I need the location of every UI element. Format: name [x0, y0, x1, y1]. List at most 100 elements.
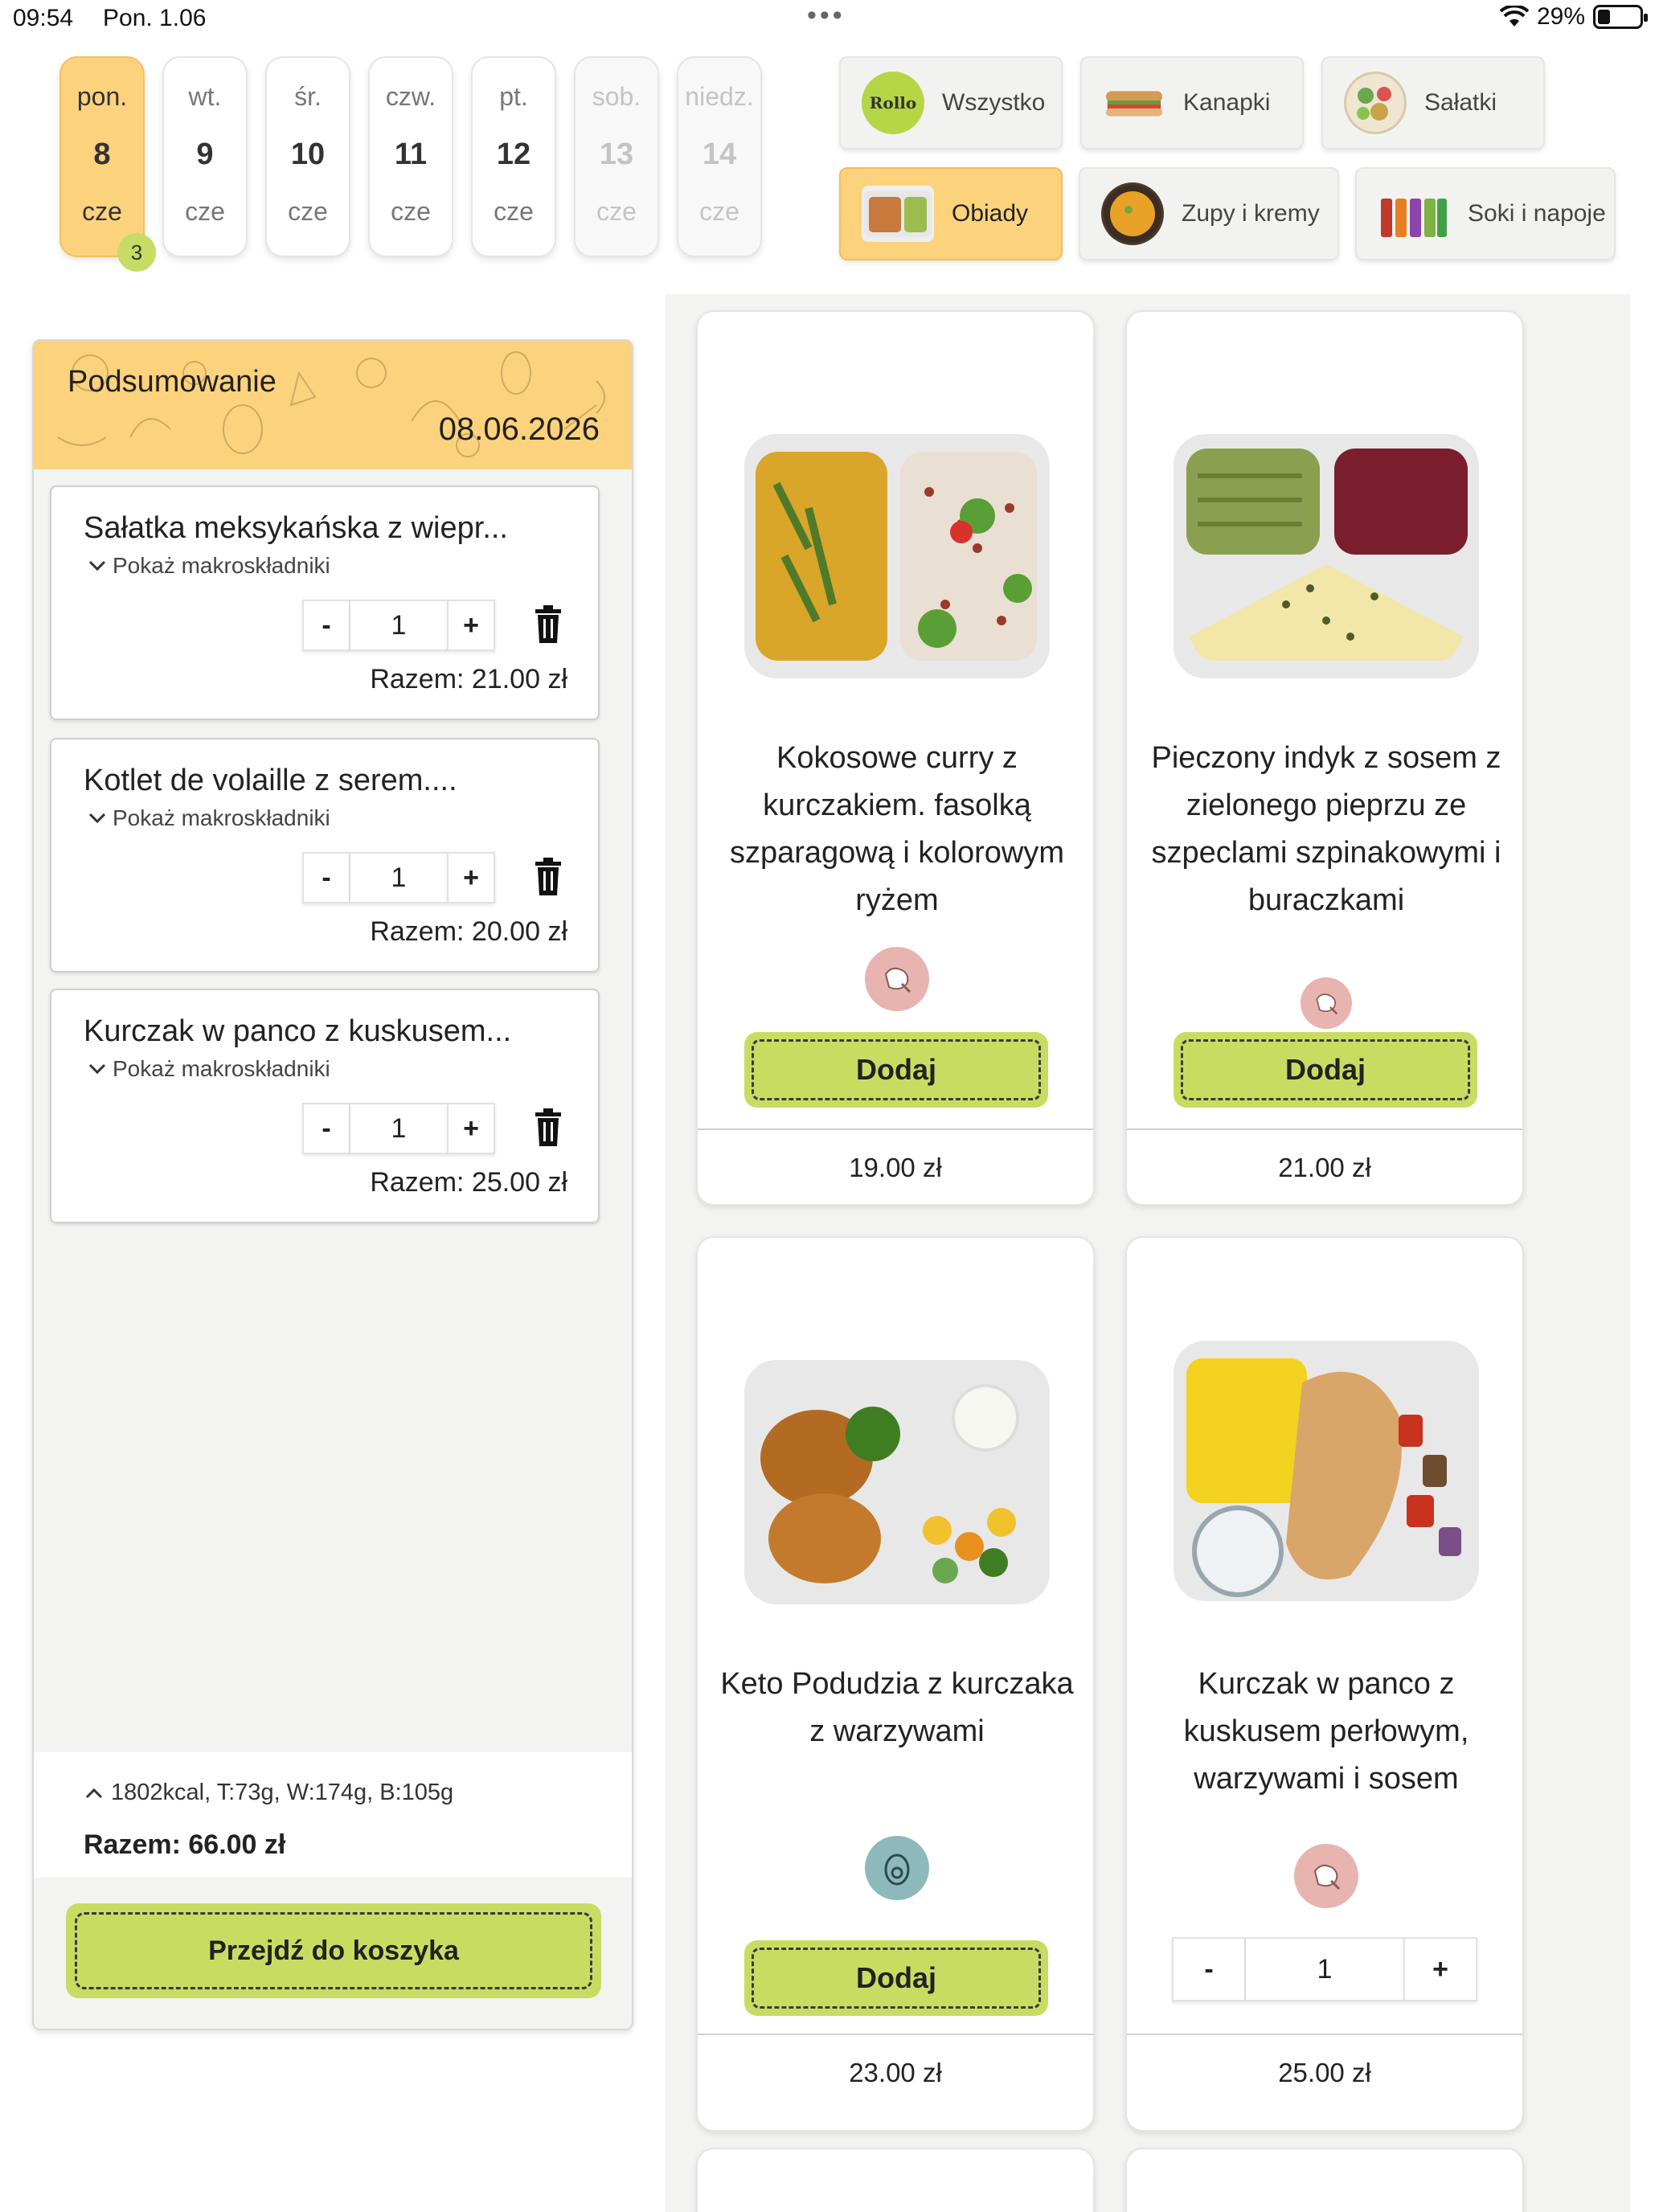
wifi-icon [1499, 6, 1529, 27]
category-salads[interactable]: Sałatki [1321, 56, 1545, 150]
category-all[interactable]: Rollo Wszystko [839, 56, 1063, 150]
macro-toggle[interactable]: Pokaż makroskładniki [88, 553, 330, 579]
macro-toggle[interactable]: Pokaż makroskładniki [88, 805, 330, 831]
macro-toggle[interactable]: Pokaż makroskładniki [88, 1056, 330, 1082]
add-button-label: Dodaj [855, 1961, 936, 1994]
multitasking-dots-icon[interactable]: ••• [807, 0, 846, 31]
juice-bottles-icon [1378, 182, 1450, 245]
day-month: cze [288, 197, 328, 226]
product-image [1174, 434, 1479, 678]
grand-total: Razem: 66.00 zł [84, 1829, 286, 1860]
quantity-value: 1 [1246, 1937, 1403, 2001]
battery-level [1598, 10, 1610, 24]
mr-rollo-logo-icon: Rollo [862, 72, 924, 134]
cart-item: Kotlet de volaille z serem.... Pokaż mak… [50, 738, 600, 973]
day-tab-mon[interactable]: pon. 8 cze 3 [59, 56, 156, 272]
product-card[interactable]: Kokosowe curry z kurczakiem. fasolką szp… [696, 310, 1095, 1206]
macro-toggle-label: Pokaż makroskładniki [113, 1056, 330, 1081]
product-image [1174, 1341, 1479, 1601]
day-selector: pon. 8 cze 3 wt. 9 cze śr. 10 cze czw. 1… [59, 56, 762, 272]
product-name: Kokosowe curry z kurczakiem. fasolką szp… [729, 741, 1065, 917]
increase-button[interactable]: + [447, 1103, 495, 1154]
salad-bowl-icon [1344, 72, 1407, 134]
add-to-cart-button[interactable]: Dodaj [1174, 1032, 1477, 1108]
trash-icon[interactable] [532, 1108, 564, 1148]
increase-button[interactable]: + [1403, 1937, 1477, 2001]
day-number: 9 [196, 137, 214, 171]
product-image [744, 1360, 1050, 1604]
decrease-button[interactable]: - [302, 852, 350, 903]
increase-button[interactable]: + [447, 600, 495, 651]
battery-icon [1593, 5, 1648, 29]
category-sandwiches[interactable]: Kanapki [1080, 56, 1304, 150]
category-label: Sałatki [1424, 89, 1497, 116]
day-number: 14 [702, 137, 737, 171]
macro-toggle-label: Pokaż makroskładniki [113, 805, 330, 830]
cart-item-name: Sałatka meksykańska z wiepr... [84, 511, 508, 545]
quantity-value: 1 [350, 852, 447, 903]
chicken-leg-icon [1301, 977, 1352, 1029]
product-image [744, 434, 1050, 678]
add-button-label: Dodaj [1284, 1053, 1366, 1086]
product-price: 23.00 zł [849, 2058, 942, 2087]
day-month: cze [699, 197, 739, 226]
day-month: cze [596, 197, 637, 226]
product-card[interactable]: Pieczony indyk z sosem z zielonego piepr… [1125, 310, 1524, 1206]
day-number: 10 [290, 137, 326, 171]
product-name: Pieczony indyk z sosem z zielonego piepr… [1151, 741, 1501, 917]
category-juices[interactable]: Soki i napoje [1355, 167, 1616, 260]
cart-item: Kurczak w panco z kuskusem... Pokaż makr… [50, 989, 600, 1223]
day-name: czw. [385, 82, 436, 111]
cart-item-total: Razem: 20.00 zł [370, 916, 567, 947]
category-dinners[interactable]: Obiady [839, 167, 1063, 260]
decrease-button[interactable]: - [1172, 1937, 1246, 2001]
quantity-stepper: - 1 + [302, 600, 495, 651]
chevron-down-icon [88, 560, 106, 571]
trash-icon[interactable] [532, 604, 564, 645]
trash-icon[interactable] [532, 857, 564, 897]
product-price: 21.00 zł [1278, 1153, 1371, 1182]
day-tab-fri[interactable]: pt. 12 cze [471, 56, 556, 257]
product-price: 19.00 zł [849, 1153, 942, 1182]
add-to-cart-button[interactable]: Dodaj [744, 1940, 1048, 2016]
vegetable-pattern-icon [57, 351, 605, 457]
product-price: 25.00 zł [1278, 2058, 1371, 2087]
day-tab-thu[interactable]: czw. 11 cze [368, 56, 453, 257]
category-soups[interactable]: Zupy i kremy [1079, 167, 1339, 260]
add-button-label: Dodaj [855, 1053, 936, 1086]
summary-header: Podsumowanie 08.06.2026 [34, 341, 632, 469]
product-card[interactable]: Keto Podudzia z kurczaka z warzywami Dod… [696, 1236, 1095, 2132]
chevron-down-icon [88, 1063, 106, 1075]
chevron-down-icon [88, 813, 106, 824]
product-card[interactable]: Kurczak w panco z kuskusem perłowym, war… [1125, 1236, 1524, 2132]
category-label: Soki i napoje [1468, 200, 1606, 227]
macro-summary: 1802kcal, T:73g, W:174g, B:105g [111, 1780, 454, 1805]
checkout-button[interactable]: Przejdź do koszyka [66, 1903, 601, 1998]
quantity-stepper: - 1 + [302, 852, 495, 903]
quantity-value: 1 [350, 1103, 447, 1154]
order-summary-panel: Podsumowanie 08.06.2026 Sałatka meksykań… [32, 339, 633, 2030]
cart-count-badge: 3 [117, 233, 156, 272]
day-tab-wed[interactable]: śr. 10 cze [265, 56, 350, 257]
day-tab-sat[interactable]: sob. 13 cze [574, 56, 659, 257]
product-card[interactable] [696, 2148, 1095, 2212]
status-indicators: 29% [1499, 3, 1648, 31]
keto-avocado-icon [865, 1836, 929, 1900]
macro-summary-toggle[interactable]: 1802kcal, T:73g, W:174g, B:105g [85, 1780, 453, 1806]
day-tab-tue[interactable]: wt. 9 cze [162, 56, 248, 257]
category-label: Wszystko [942, 89, 1046, 116]
summary-title: Podsumowanie [68, 365, 276, 399]
add-to-cart-button[interactable]: Dodaj [744, 1032, 1048, 1108]
decrease-button[interactable]: - [302, 600, 350, 651]
status-bar: 09:54 Pon. 1.06 ••• 29% [0, 0, 1659, 40]
day-name: wt. [188, 82, 222, 111]
increase-button[interactable]: + [447, 852, 495, 903]
quantity-stepper: - 1 + [302, 1103, 495, 1154]
day-name: pon. [76, 82, 128, 111]
cart-item: Sałatka meksykańska z wiepr... Pokaż mak… [50, 485, 600, 720]
category-label: Kanapki [1183, 89, 1271, 116]
decrease-button[interactable]: - [302, 1103, 350, 1154]
day-tab-sun[interactable]: niedz. 14 cze [677, 56, 762, 257]
product-card[interactable] [1125, 2148, 1524, 2212]
day-month: cze [391, 197, 431, 226]
